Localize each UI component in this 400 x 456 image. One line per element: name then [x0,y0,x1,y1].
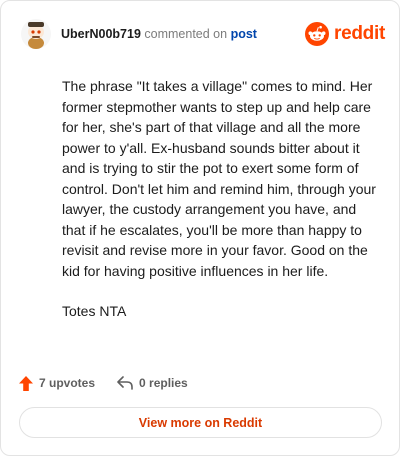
action-text: commented on [144,27,228,41]
avatar-image [21,19,51,49]
comment-paragraph: Totes NTA [62,303,127,319]
avatar[interactable] [21,19,51,49]
comment-embed-card: UberN00b719 commented on post reddit The… [0,0,400,456]
post-link[interactable]: post [231,27,257,41]
replies-count: 0 replies [139,376,188,390]
reddit-logo-icon [305,22,330,46]
comment-body: The phrase "It takes a village" comes to… [62,76,380,342]
comment-footer: 7 upvotes 0 replies [19,372,188,394]
replies-button[interactable]: 0 replies [117,376,188,390]
byline: UberN00b719 commented on post [61,27,257,41]
upvotes-button[interactable]: 7 upvotes [19,375,96,391]
username-link[interactable]: UberN00b719 [61,27,141,41]
upvotes-count: 7 upvotes [39,376,96,390]
view-more-on-reddit-button[interactable]: View more on Reddit [19,407,382,438]
comment-header: UberN00b719 commented on post reddit [21,17,385,51]
reply-arrow-icon [117,376,133,390]
reddit-brand[interactable]: reddit [305,22,385,46]
brand-wordmark: reddit [334,23,385,44]
comment-paragraph: The phrase "It takes a village" comes to… [62,78,376,279]
upvote-arrow-icon [19,375,33,391]
